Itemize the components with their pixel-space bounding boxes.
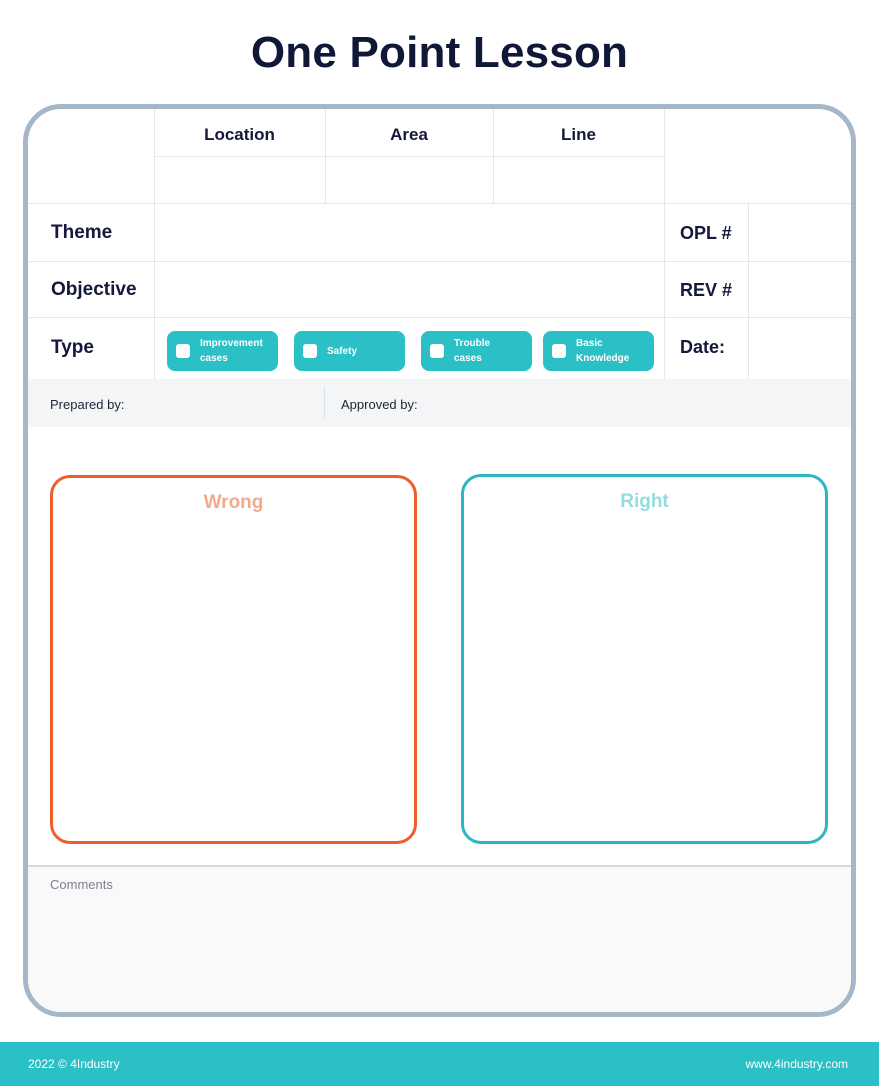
approved-by-label: Approved by: [341, 397, 418, 412]
prepared-by-label: Prepared by: [50, 397, 125, 412]
footer-copyright: 2022 © 4Industry [28, 1057, 120, 1071]
col-divider-right [664, 109, 665, 379]
type-option-improvement[interactable]: Improvement cases [167, 331, 278, 371]
area-header: Area [390, 125, 428, 144]
row-divider-type [28, 317, 851, 318]
col-divider-labels [154, 109, 155, 379]
date-label: Date: [680, 337, 726, 357]
comments-area[interactable]: Comments [28, 865, 851, 1012]
signature-divider [324, 387, 325, 419]
checkbox-icon[interactable] [430, 344, 444, 358]
type-option-basic-knowledge[interactable]: Basic Knowledge [543, 331, 654, 371]
comments-label: Comments [50, 877, 113, 892]
checkbox-icon[interactable] [176, 344, 190, 358]
opl-number-label: OPL # [680, 223, 732, 243]
location-header: Location [204, 125, 275, 144]
signature-band [28, 379, 851, 427]
right-title: Right [620, 491, 669, 512]
checkbox-icon[interactable] [303, 344, 317, 358]
type-option-safety[interactable]: Safety [294, 331, 405, 371]
col-divider-line [493, 109, 494, 203]
rev-number-label: REV # [680, 280, 733, 300]
page-title: One Point Lesson [250, 28, 629, 77]
row-divider-objective [28, 261, 851, 262]
wrong-title: Wrong [203, 492, 264, 513]
line-header: Line [561, 125, 596, 144]
col-divider-area [325, 109, 326, 203]
right-box[interactable]: Right [461, 474, 828, 844]
col-divider-values [748, 203, 749, 379]
footer-website-link[interactable]: www.4industry.com [746, 1057, 848, 1071]
row-divider-theme [28, 203, 851, 204]
footer: 2022 © 4Industry www.4industry.com [0, 1042, 879, 1086]
type-label: Type [51, 337, 94, 358]
wrong-box[interactable]: Wrong [50, 475, 417, 844]
header-divider [154, 156, 664, 157]
checkbox-icon[interactable] [552, 344, 566, 358]
type-option-trouble[interactable]: Trouble cases [421, 331, 532, 371]
theme-label: Theme [51, 222, 113, 243]
opl-form-card: Location Area Line Theme Objective Type … [23, 104, 856, 1017]
objective-label: Objective [51, 279, 137, 300]
